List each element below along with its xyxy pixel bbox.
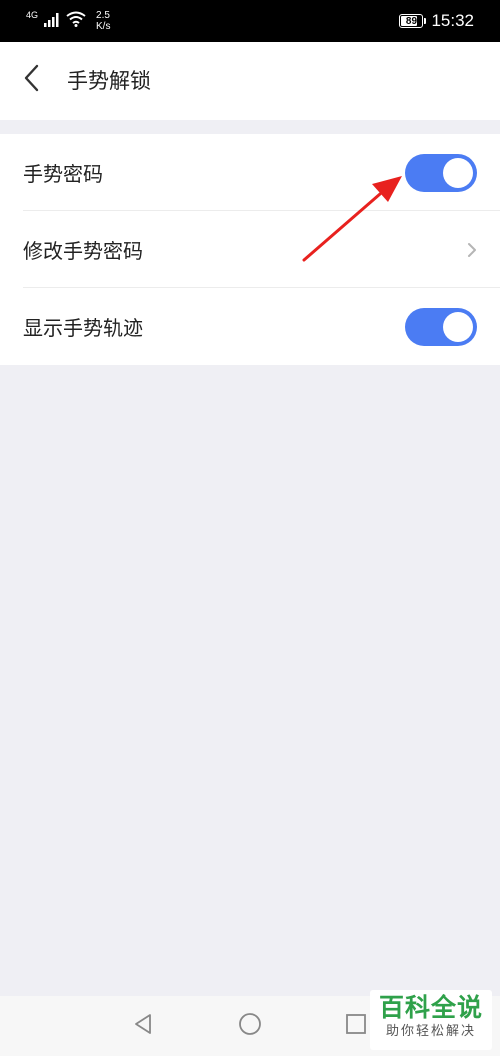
- nav-home-button[interactable]: [234, 1010, 266, 1042]
- status-time: 15:32: [431, 11, 474, 30]
- back-triangle-icon: [132, 1013, 154, 1039]
- gesture-password-label: 手势密码: [23, 162, 103, 186]
- battery-icon: 89: [399, 14, 427, 28]
- speed-unit: K/s: [96, 21, 111, 32]
- change-gesture-password-label: 修改手势密码: [23, 239, 143, 263]
- battery-cap: [424, 18, 427, 24]
- network-speed: 2.5 K/s: [96, 10, 110, 32]
- network-type-label: 4G: [26, 10, 39, 20]
- signal-icon: [44, 12, 60, 31]
- page-header: 手势解锁: [0, 42, 500, 120]
- show-gesture-trail-toggle[interactable]: [405, 307, 477, 346]
- back-button[interactable]: [12, 60, 52, 100]
- settings-list: 手势密码 修改手势密码 显示手势轨迹: [0, 134, 500, 365]
- recents-square-icon: [345, 1013, 367, 1039]
- watermark-main-text: 百科全说: [378, 993, 483, 1022]
- change-gesture-password-row[interactable]: 修改手势密码: [0, 211, 500, 288]
- toggle-knob: [443, 157, 473, 188]
- home-circle-icon: [238, 1012, 262, 1040]
- back-arrow-icon: [23, 64, 41, 96]
- status-bar: 4G 2.5 K/s 89 15:32: [0, 0, 500, 42]
- status-left-group: 4G 2.5 K/s: [26, 8, 110, 34]
- nav-back-button[interactable]: [127, 1010, 159, 1042]
- show-gesture-trail-label: 显示手势轨迹: [23, 316, 143, 340]
- chevron-right-icon: [464, 240, 480, 260]
- show-gesture-trail-row: 显示手势轨迹: [0, 288, 500, 365]
- battery-level: 89: [405, 15, 418, 27]
- status-right-group: 89 15:32: [399, 9, 474, 33]
- gesture-password-toggle[interactable]: [405, 153, 477, 192]
- wifi-icon: [66, 11, 86, 31]
- page-title: 手势解锁: [67, 69, 151, 93]
- gesture-password-row: 手势密码: [0, 134, 500, 211]
- nav-recents-button[interactable]: [340, 1010, 372, 1042]
- watermark-logo: 百科全说 助你轻松解决: [370, 990, 492, 1050]
- toggle-knob: [443, 311, 473, 342]
- watermark-sub-text: 助你轻松解决: [385, 1024, 476, 1039]
- speed-value: 2.5: [96, 10, 110, 21]
